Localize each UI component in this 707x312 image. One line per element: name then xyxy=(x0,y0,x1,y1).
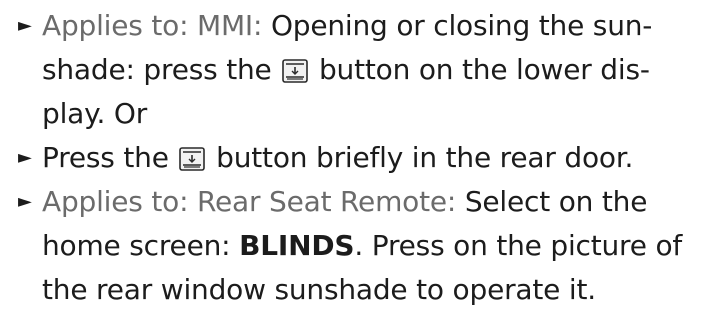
bullet-arrow-icon: ► xyxy=(18,191,32,212)
blinds-menu-label: BLINDS xyxy=(239,229,355,262)
manual-page: ► Applies to: MMI: Opening or closing th… xyxy=(0,0,707,310)
list-item-mmi: ► Applies to: MMI: Opening or closing th… xyxy=(14,4,697,136)
list-item-rear-seat-remote: ► Applies to: Rear Seat Remote: Select o… xyxy=(14,180,697,312)
instruction-text: Press the xyxy=(42,141,169,174)
bullet-arrow-icon: ► xyxy=(18,15,32,36)
sunshade-button-icon xyxy=(282,59,309,83)
applies-to-label: Applies to: Rear Seat Remote: xyxy=(42,185,457,218)
sunshade-button-icon xyxy=(179,147,206,171)
applies-to-label: Applies to: MMI: xyxy=(42,9,263,42)
list-item-rear-door: ► Press the button briefly in the rear d… xyxy=(14,136,697,180)
bullet-arrow-icon: ► xyxy=(18,147,32,168)
instruction-text: button briefly in the rear door. xyxy=(216,141,634,174)
